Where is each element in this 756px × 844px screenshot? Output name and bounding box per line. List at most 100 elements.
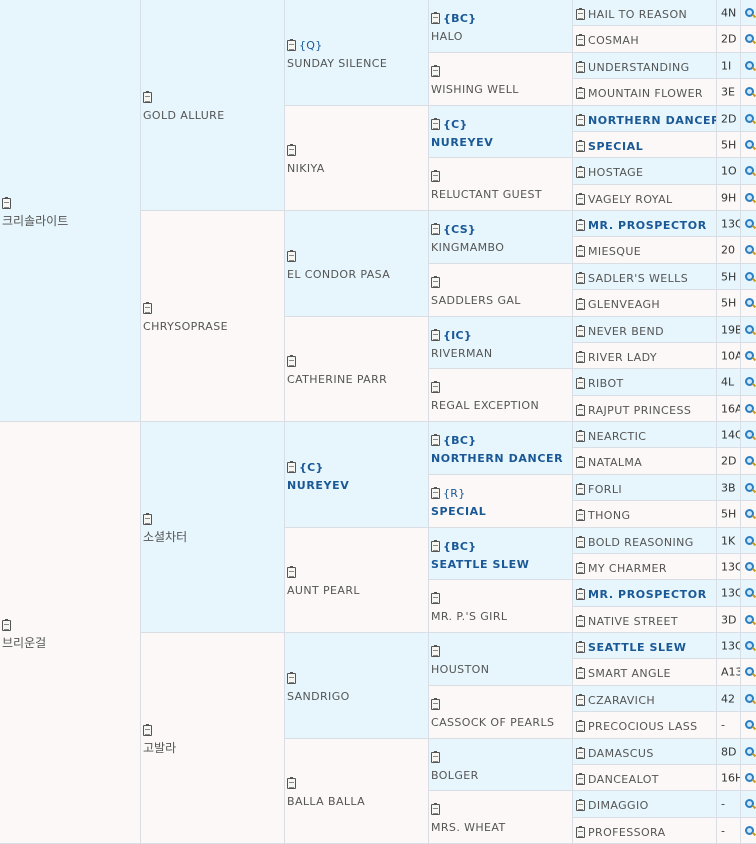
magnifier-icon[interactable] xyxy=(745,139,755,150)
horse-name-link[interactable]: FORLI xyxy=(588,483,622,496)
pedigree-doc-icon[interactable] xyxy=(287,38,296,51)
pedigree-doc-icon[interactable] xyxy=(287,355,296,367)
horse-name-link[interactable]: PRECOCIOUS LASS xyxy=(588,720,698,733)
horse-name-link[interactable]: NUREYEV xyxy=(287,479,349,492)
horse-name-link[interactable]: RIBOT xyxy=(588,377,624,390)
pedigree-doc-icon[interactable] xyxy=(576,561,585,574)
magnifier-icon[interactable] xyxy=(745,298,755,308)
pedigree-doc-icon[interactable] xyxy=(576,377,585,389)
pedigree-doc-icon[interactable] xyxy=(576,298,585,310)
horse-name-link[interactable]: RAJPUT PRINCESS xyxy=(588,404,691,417)
pedigree-doc-icon[interactable] xyxy=(431,117,440,130)
magnifier-icon[interactable] xyxy=(745,87,755,97)
horse-name-link[interactable]: 브리운걸 xyxy=(2,636,46,650)
pedigree-doc-icon[interactable] xyxy=(576,429,585,442)
magnifier-icon[interactable] xyxy=(745,588,755,598)
horse-name-link[interactable]: NUREYEV xyxy=(431,136,493,149)
pedigree-doc-icon[interactable] xyxy=(431,803,440,815)
horse-name-link[interactable]: THONG xyxy=(588,509,630,522)
pedigree-doc-icon[interactable] xyxy=(143,302,152,314)
pedigree-doc-icon[interactable] xyxy=(576,825,585,838)
magnifier-icon[interactable] xyxy=(745,218,755,229)
pedigree-doc-icon[interactable] xyxy=(576,693,585,706)
horse-name-link[interactable]: RIVER LADY xyxy=(588,351,657,364)
pedigree-doc-icon[interactable] xyxy=(143,724,152,736)
horse-name-link[interactable]: MR. P.'S GIRL xyxy=(431,610,507,623)
horse-name-link[interactable]: BALLA BALLA xyxy=(287,795,365,808)
pedigree-doc-icon[interactable] xyxy=(143,513,152,525)
pedigree-doc-icon[interactable] xyxy=(576,218,585,231)
pedigree-doc-icon[interactable] xyxy=(431,223,440,235)
pedigree-doc-icon[interactable] xyxy=(431,381,440,393)
horse-name-link[interactable]: DIMAGGIO xyxy=(588,799,649,812)
horse-name-link[interactable]: NATALMA xyxy=(588,456,642,469)
horse-name-link[interactable]: HOUSTON xyxy=(431,663,489,676)
horse-name-link[interactable]: NORTHERN DANCER xyxy=(588,114,716,127)
horse-name-link[interactable]: CASSOCK OF PEARLS xyxy=(431,716,554,729)
pedigree-doc-icon[interactable] xyxy=(143,91,152,103)
horse-name-link[interactable]: SUNDAY SILENCE xyxy=(287,57,387,70)
pedigree-doc-icon[interactable] xyxy=(2,196,11,209)
magnifier-icon[interactable] xyxy=(745,324,755,335)
pedigree-doc-icon[interactable] xyxy=(576,535,585,548)
horse-name-link[interactable]: SANDRIGO xyxy=(287,690,350,703)
pedigree-doc-icon[interactable] xyxy=(576,509,585,521)
pedigree-doc-icon[interactable] xyxy=(576,667,585,679)
pedigree-doc-icon[interactable] xyxy=(287,566,296,578)
pedigree-doc-icon[interactable] xyxy=(431,487,440,499)
pedigree-doc-icon[interactable] xyxy=(431,750,440,763)
horse-name-link[interactable]: MR. PROSPECTOR xyxy=(588,588,707,601)
horse-name-link[interactable]: CATHERINE PARR xyxy=(287,373,387,386)
pedigree-doc-icon[interactable] xyxy=(2,618,11,631)
horse-name-link[interactable]: 크리솔라이트 xyxy=(2,214,68,228)
pedigree-doc-icon[interactable] xyxy=(287,777,296,789)
horse-name-link[interactable]: COSMAH xyxy=(588,34,639,47)
magnifier-icon[interactable] xyxy=(745,535,755,546)
horse-name-link[interactable]: MIESQUE xyxy=(588,245,641,258)
magnifier-icon[interactable] xyxy=(745,429,755,440)
horse-name-link[interactable]: NORTHERN DANCER xyxy=(431,452,563,465)
horse-name-link[interactable]: VAGELY ROYAL xyxy=(588,193,673,206)
horse-name-link[interactable]: SPECIAL xyxy=(431,505,486,518)
magnifier-icon[interactable] xyxy=(745,377,755,387)
pedigree-doc-icon[interactable] xyxy=(287,144,296,156)
horse-name-link[interactable]: RIVERMAN xyxy=(431,347,492,360)
magnifier-icon[interactable] xyxy=(745,640,755,651)
magnifier-icon[interactable] xyxy=(745,825,755,836)
horse-name-link[interactable]: WISHING WELL xyxy=(431,83,519,96)
pedigree-doc-icon[interactable] xyxy=(576,271,585,284)
horse-name-link[interactable]: SADDLERS GAL xyxy=(431,294,521,307)
magnifier-icon[interactable] xyxy=(745,561,755,572)
horse-name-link[interactable]: GOLD ALLURE xyxy=(143,109,225,122)
magnifier-icon[interactable] xyxy=(745,113,755,124)
horse-name-link[interactable]: HOSTAGE xyxy=(588,166,643,179)
horse-name-link[interactable]: NEARCTIC xyxy=(588,430,646,443)
horse-name-link[interactable]: AUNT PEARL xyxy=(287,584,360,597)
pedigree-doc-icon[interactable] xyxy=(576,87,585,99)
pedigree-doc-icon[interactable] xyxy=(431,12,440,24)
pedigree-doc-icon[interactable] xyxy=(576,245,585,257)
magnifier-icon[interactable] xyxy=(745,772,755,783)
pedigree-doc-icon[interactable] xyxy=(576,60,585,73)
pedigree-doc-icon[interactable] xyxy=(576,482,585,495)
pedigree-doc-icon[interactable] xyxy=(287,249,296,262)
pedigree-doc-icon[interactable] xyxy=(431,65,440,77)
magnifier-icon[interactable] xyxy=(745,166,755,176)
pedigree-doc-icon[interactable] xyxy=(431,645,440,657)
horse-name-link[interactable]: UNDERSTANDING xyxy=(588,61,690,74)
magnifier-icon[interactable] xyxy=(745,509,755,519)
pedigree-doc-icon[interactable] xyxy=(576,588,585,600)
pedigree-doc-icon[interactable] xyxy=(576,403,585,416)
horse-name-link[interactable]: RELUCTANT GUEST xyxy=(431,188,542,201)
pedigree-doc-icon[interactable] xyxy=(431,328,440,341)
horse-name-link[interactable]: DANCEALOT xyxy=(588,773,659,786)
horse-name-link[interactable]: NEVER BEND xyxy=(588,325,664,338)
horse-name-link[interactable]: KINGMAMBO xyxy=(431,241,504,254)
horse-name-link[interactable]: DAMASCUS xyxy=(588,747,654,760)
horse-name-link[interactable]: SMART ANGLE xyxy=(588,667,671,680)
pedigree-doc-icon[interactable] xyxy=(431,698,440,710)
magnifier-icon[interactable] xyxy=(745,746,755,757)
horse-name-link[interactable]: MRS. WHEAT xyxy=(431,821,506,834)
horse-name-link[interactable]: BOLD REASONING xyxy=(588,536,694,549)
magnifier-icon[interactable] xyxy=(745,245,755,255)
